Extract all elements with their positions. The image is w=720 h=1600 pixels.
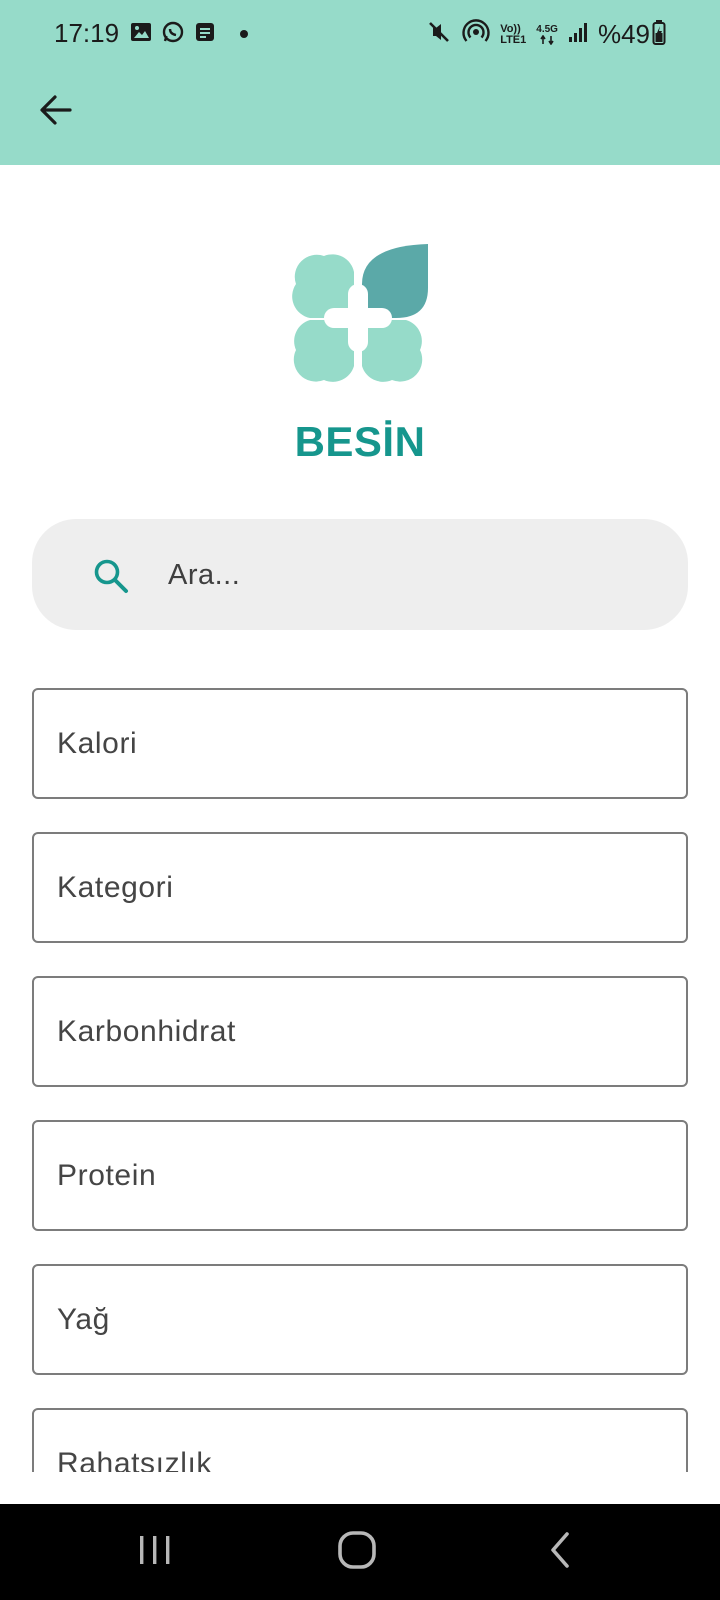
- status-bar: 17:19 Vo)) LTE1 4.5G %49: [0, 0, 720, 68]
- battery-icon: [652, 19, 666, 50]
- volte-bottom-label: LTE1: [500, 33, 527, 46]
- filter-item-protein[interactable]: Protein: [32, 1120, 688, 1231]
- filter-list: Kalori Kategori Karbonhidrat Protein Yağ…: [32, 688, 688, 1472]
- message-icon: [194, 21, 216, 48]
- system-nav-bar: [0, 1504, 720, 1600]
- volte-icon: Vo)) LTE1: [500, 22, 527, 46]
- arrow-left-icon: [38, 92, 74, 132]
- back-button[interactable]: [30, 86, 82, 138]
- search-box[interactable]: [32, 519, 688, 630]
- notification-dot-icon: [239, 26, 249, 44]
- whatsapp-icon: [161, 20, 185, 49]
- filter-label: Protein: [57, 1158, 157, 1192]
- network-label: 4.5G: [536, 24, 558, 35]
- clover-plus-logo: [284, 244, 432, 392]
- hotspot-icon: [462, 18, 490, 51]
- filter-label: Karbonhidrat: [57, 1014, 236, 1048]
- gallery-icon: [130, 21, 152, 48]
- home-button[interactable]: [327, 1528, 387, 1576]
- status-left-icons: [130, 20, 249, 49]
- search-icon: [92, 557, 130, 595]
- recents-icon: [137, 1534, 173, 1570]
- filter-label: Kategori: [57, 870, 174, 904]
- status-right-icons: Vo)) LTE1 4.5G %49: [426, 18, 666, 51]
- volte-top-label: Vo)): [500, 22, 521, 35]
- nav-back-icon: [547, 1530, 573, 1574]
- filter-item-karbonhidrat[interactable]: Karbonhidrat: [32, 976, 688, 1087]
- battery-percent: %49: [597, 19, 650, 49]
- brand-title: BESİN: [294, 418, 426, 465]
- filter-label: Rahatsızlık: [57, 1446, 212, 1473]
- filter-label: Yağ: [57, 1302, 110, 1336]
- app-bar: [0, 68, 720, 165]
- network-4-5g-icon: 4.5G: [536, 24, 558, 45]
- status-time: 17:19: [54, 18, 120, 48]
- nav-back-button[interactable]: [530, 1528, 590, 1576]
- signal-icon: [568, 21, 588, 48]
- filter-item-rahatsizlik[interactable]: Rahatsızlık: [32, 1408, 688, 1472]
- filter-label: Kalori: [57, 726, 138, 760]
- recents-button[interactable]: [125, 1528, 185, 1576]
- filter-item-kalori[interactable]: Kalori: [32, 688, 688, 799]
- search-input[interactable]: [168, 547, 648, 603]
- mute-icon: [426, 19, 452, 50]
- home-icon: [337, 1530, 377, 1574]
- filter-item-yag[interactable]: Yağ: [32, 1264, 688, 1375]
- filter-item-kategori[interactable]: Kategori: [32, 832, 688, 943]
